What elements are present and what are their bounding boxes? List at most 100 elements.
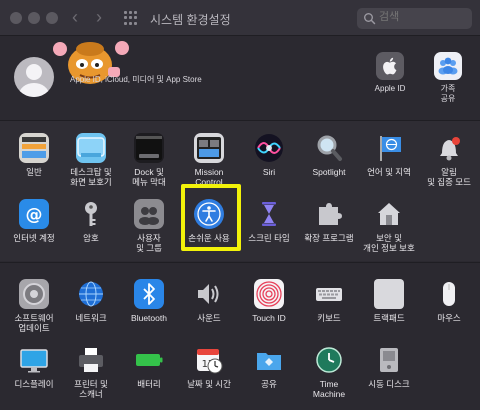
pane-keyboard[interactable]: 키보드 [303, 279, 355, 323]
preferences-section-hardware: 소프트웨어 업데이트 네트워크 Bluetooth 사운드 Touch ID 키… [0, 263, 480, 410]
pane-sharing-label: 공유 [261, 379, 277, 389]
pane-printers-scanners[interactable]: 프린터 및 스캐너 [65, 345, 117, 399]
search-icon [364, 13, 376, 25]
window-titlebar: ‹ › 시스템 환경설정 [0, 0, 480, 36]
pane-internet-accounts-label: 인터넷 계정 [13, 233, 55, 243]
pane-security-privacy[interactable]: 보안 및 개인 정보 보호 [363, 199, 415, 253]
window-title: 시스템 환경설정 [150, 13, 231, 27]
date-time-clock-icon: 17 [194, 345, 224, 375]
pane-desktop-screensaver-label: 데스크탑 및 화면 보호기 [70, 167, 112, 187]
pane-users-groups[interactable]: 사용자 및 그룹 [123, 199, 175, 253]
avatar-silhouette-icon [19, 64, 49, 97]
forward-arrow-icon[interactable]: › [96, 7, 102, 27]
pane-battery-label: 배터리 [137, 379, 161, 389]
search-input[interactable] [379, 11, 467, 23]
close-window-button[interactable] [10, 12, 22, 24]
family-sharing-item[interactable]: 가족 공유 [422, 52, 474, 104]
pane-time-machine-label: Time Machine [312, 379, 346, 399]
pane-displays-label: 디스플레이 [14, 379, 54, 389]
svg-text:@: @ [26, 205, 43, 225]
pane-trackpad[interactable]: 트랙패드 [363, 279, 415, 323]
user-account-subtitle: Apple ID, iCloud, 미디어 및 App Store [70, 75, 202, 84]
pane-screen-time[interactable]: 스크린 타임 [243, 199, 295, 243]
search-field[interactable] [357, 8, 472, 29]
back-arrow-icon[interactable]: ‹ [72, 7, 78, 27]
pane-siri-label: Siri [262, 167, 276, 177]
extensions-puzzle-icon [314, 199, 344, 229]
keyboard-icon [314, 279, 344, 309]
pane-extensions[interactable]: 확장 프로그램 [303, 199, 355, 243]
pane-passwords-label: 암호 [83, 233, 99, 243]
time-machine-icon [314, 345, 344, 375]
pane-notifications-focus-label: 알림 및 집중 모드 [427, 167, 471, 187]
pane-mouse-label: 마우스 [437, 313, 461, 323]
pane-general[interactable]: 일반 [8, 133, 60, 177]
pane-spotlight[interactable]: Spotlight [303, 133, 355, 177]
pane-date-time[interactable]: 17 날짜 및 시간 [183, 345, 235, 389]
security-privacy-house-icon [374, 199, 404, 229]
pane-mission-control[interactable]: Mission Control [183, 133, 235, 187]
dock-menubar-icon [134, 133, 164, 163]
mouse-icon [434, 279, 464, 309]
desktop-screensaver-icon [76, 133, 106, 163]
user-avatar[interactable] [14, 57, 54, 97]
pane-time-machine[interactable]: Time Machine [303, 345, 355, 399]
show-all-grid-icon[interactable] [124, 11, 138, 25]
pane-sound-label: 사운드 [197, 313, 221, 323]
apple-id-label: Apple ID [374, 84, 406, 93]
battery-icon [134, 345, 164, 375]
pane-sharing[interactable]: 공유 [243, 345, 295, 389]
printers-scanners-icon [76, 345, 106, 375]
pane-siri[interactable]: Siri [243, 133, 295, 177]
pane-mouse[interactable]: 마우스 [423, 279, 475, 323]
pane-bluetooth[interactable]: Bluetooth [123, 279, 175, 323]
software-update-gear-icon [19, 279, 49, 309]
pane-startup-disk[interactable]: 시동 디스크 [363, 345, 415, 389]
minimize-window-button[interactable] [28, 12, 40, 24]
pane-dock-menubar[interactable]: Dock 및 메뉴 막대 [123, 133, 175, 187]
general-icon [19, 133, 49, 163]
pane-accessibility-label: 손쉬운 사용 [188, 233, 230, 243]
notifications-bell-icon [434, 133, 464, 163]
pane-desktop-screensaver[interactable]: 데스크탑 및 화면 보호기 [65, 133, 117, 187]
pane-language-region-label: 언어 및 지역 [367, 167, 411, 177]
pane-touch-id-label: Touch ID [252, 313, 286, 323]
pane-startup-disk-label: 시동 디스크 [368, 379, 410, 389]
pane-printers-scanners-label: 프린터 및 스캐너 [74, 379, 108, 399]
users-groups-icon [134, 199, 164, 229]
screen-time-hourglass-icon [254, 199, 284, 229]
pane-battery[interactable]: 배터리 [123, 345, 175, 389]
pane-extensions-label: 확장 프로그램 [304, 233, 354, 243]
pane-passwords[interactable]: 암호 [65, 199, 117, 243]
pane-accessibility[interactable]: 손쉬운 사용 [183, 199, 235, 243]
apple-id-item[interactable]: Apple ID [364, 52, 416, 94]
touch-id-fingerprint-icon [254, 279, 284, 309]
pane-general-label: 일반 [26, 167, 42, 177]
pane-network[interactable]: 네트워크 [65, 279, 117, 323]
pane-software-update-label: 소프트웨어 업데이트 [14, 313, 54, 333]
pane-language-region[interactable]: 언어 및 지역 [363, 133, 415, 177]
zoom-window-button[interactable] [46, 12, 58, 24]
pane-touch-id[interactable]: Touch ID [243, 279, 295, 323]
pane-users-groups-label: 사용자 및 그룹 [136, 233, 162, 253]
internet-accounts-at-icon: @ [19, 199, 49, 229]
pane-security-privacy-label: 보안 및 개인 정보 보호 [363, 233, 415, 253]
pane-displays[interactable]: 디스플레이 [8, 345, 60, 389]
network-globe-icon [76, 279, 106, 309]
siri-icon [254, 133, 284, 163]
mission-control-icon [194, 133, 224, 163]
trackpad-icon [374, 279, 404, 309]
pane-keyboard-label: 키보드 [317, 313, 341, 323]
pane-notifications-focus[interactable]: 알림 및 집중 모드 [423, 133, 475, 187]
pane-spotlight-label: Spotlight [312, 167, 346, 177]
preferences-section-personal: 일반 데스크탑 및 화면 보호기 Dock 및 메뉴 막대 Mission Co… [0, 121, 480, 261]
pane-internet-accounts[interactable]: @ 인터넷 계정 [8, 199, 60, 243]
apple-logo-icon [376, 52, 404, 80]
sound-speaker-icon [194, 279, 224, 309]
pane-software-update[interactable]: 소프트웨어 업데이트 [8, 279, 60, 333]
user-account-section: Apple ID, iCloud, 미디어 및 App Store Apple … [0, 37, 480, 119]
pane-sound[interactable]: 사운드 [183, 279, 235, 323]
displays-monitor-icon [19, 345, 49, 375]
bluetooth-icon [134, 279, 164, 309]
spotlight-magnifier-icon [314, 133, 344, 163]
